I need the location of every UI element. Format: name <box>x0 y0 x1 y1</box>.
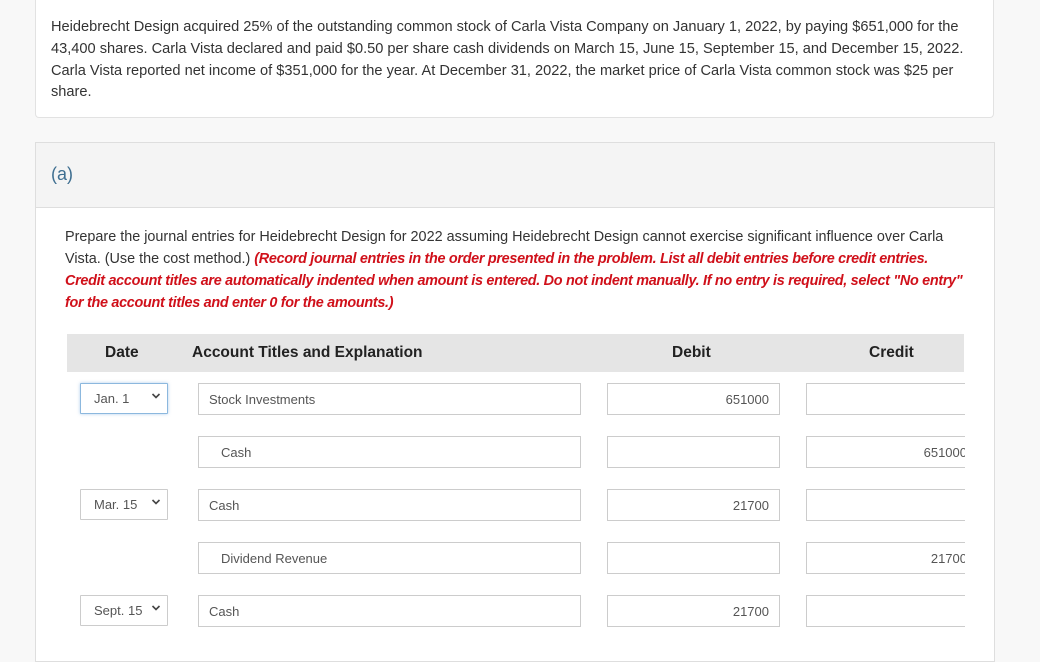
chevron-down-icon <box>151 499 161 505</box>
account-title-input[interactable]: Stock Investments <box>198 383 581 415</box>
header-account: Account Titles and Explanation <box>192 344 423 361</box>
debit-value: 21700 <box>732 604 769 619</box>
problem-statement: Heidebrecht Design acquired 25% of the o… <box>35 0 994 118</box>
account-value: Cash <box>221 445 252 460</box>
debit-input[interactable]: 651000 <box>607 383 780 415</box>
credit-input[interactable] <box>806 595 965 627</box>
date-select[interactable]: Mar. 15 <box>80 489 168 520</box>
account-value: Dividend Revenue <box>221 551 328 566</box>
account-title-input[interactable]: Cash <box>198 436 581 468</box>
credit-input[interactable] <box>806 383 965 415</box>
part-label: (a) <box>51 164 73 184</box>
date-value: Mar. 15 <box>94 497 138 512</box>
credit-input[interactable]: 21700 <box>806 542 965 574</box>
debit-input[interactable]: 21700 <box>607 489 780 521</box>
debit-value: 21700 <box>732 498 769 513</box>
credit-input[interactable] <box>806 489 965 521</box>
debit-input[interactable] <box>607 542 780 574</box>
debit-input[interactable]: 21700 <box>607 595 780 627</box>
instructions: Prepare the journal entries for Heidebre… <box>65 226 965 314</box>
date-select[interactable]: Sept. 15 <box>80 595 168 626</box>
header-debit: Debit <box>672 344 711 361</box>
credit-value: 21700 <box>930 551 965 566</box>
account-value: Cash <box>209 498 240 513</box>
chevron-down-icon <box>151 393 161 399</box>
date-value: Jan. 1 <box>94 391 130 406</box>
account-title-input[interactable]: Cash <box>198 489 581 521</box>
part-header: (a) <box>36 143 994 208</box>
journal-table-header: Date Account Titles and Explanation Debi… <box>67 334 964 372</box>
account-title-input[interactable]: Cash <box>198 595 581 627</box>
header-date: Date <box>105 344 139 361</box>
date-value: Sept. 15 <box>94 603 143 618</box>
credit-value: 651000 <box>923 445 965 460</box>
account-value: Stock Investments <box>209 392 316 407</box>
date-select[interactable]: Jan. 1 <box>80 383 168 414</box>
problem-text: Heidebrecht Design acquired 25% of the o… <box>51 19 964 101</box>
part-a-panel: (a) Prepare the journal entries for Heid… <box>35 142 995 662</box>
credit-input[interactable]: 651000 <box>806 436 965 468</box>
debit-value: 651000 <box>725 392 769 407</box>
account-value: Cash <box>209 604 240 619</box>
debit-input[interactable] <box>607 436 780 468</box>
account-title-input[interactable]: Dividend Revenue <box>198 542 581 574</box>
chevron-down-icon <box>151 605 161 611</box>
header-credit: Credit <box>869 344 914 361</box>
